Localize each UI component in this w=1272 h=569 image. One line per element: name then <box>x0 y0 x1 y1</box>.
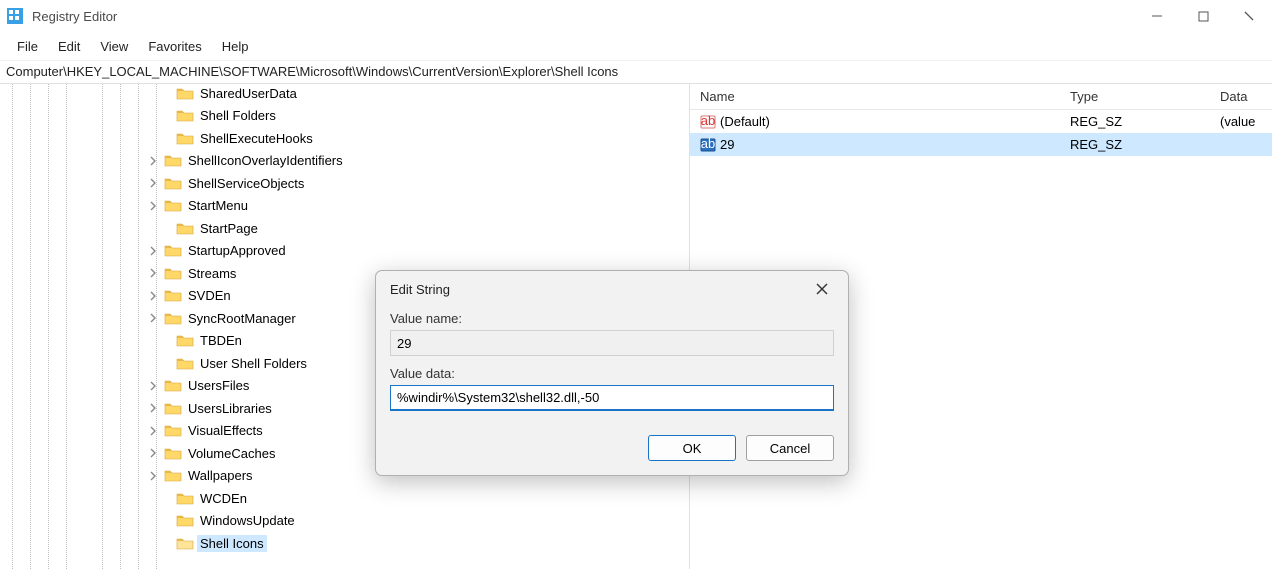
menu-bar: File Edit View Favorites Help <box>0 32 1272 60</box>
dialog-close-button[interactable] <box>806 275 838 303</box>
menu-help[interactable]: Help <box>213 36 258 57</box>
maximize-button[interactable] <box>1180 0 1226 32</box>
address-bar[interactable]: Computer\HKEY_LOCAL_MACHINE\SOFTWARE\Mic… <box>0 60 1272 84</box>
menu-edit[interactable]: Edit <box>49 36 89 57</box>
regedit-icon <box>6 7 24 25</box>
close-button[interactable] <box>1226 0 1272 32</box>
value-name-field[interactable] <box>390 330 834 356</box>
value-data-label: Value data: <box>390 366 834 381</box>
app-title: Registry Editor <box>32 9 117 24</box>
cancel-button[interactable]: Cancel <box>746 435 834 461</box>
menu-favorites[interactable]: Favorites <box>139 36 210 57</box>
edit-string-dialog: Edit String Value name: Value data: OK C… <box>375 270 849 476</box>
dialog-overlay: Edit String Value name: Value data: OK C… <box>0 84 1272 569</box>
dialog-title: Edit String <box>390 282 450 297</box>
ok-button[interactable]: OK <box>648 435 736 461</box>
menu-view[interactable]: View <box>91 36 137 57</box>
title-bar: Registry Editor <box>0 0 1272 32</box>
minimize-button[interactable] <box>1134 0 1180 32</box>
value-name-label: Value name: <box>390 311 834 326</box>
window-controls <box>1134 0 1272 32</box>
value-data-field[interactable] <box>390 385 834 411</box>
dialog-titlebar[interactable]: Edit String <box>376 271 848 307</box>
content-area: SharedUserDataShell FoldersShellExecuteH… <box>0 84 1272 569</box>
menu-file[interactable]: File <box>8 36 47 57</box>
